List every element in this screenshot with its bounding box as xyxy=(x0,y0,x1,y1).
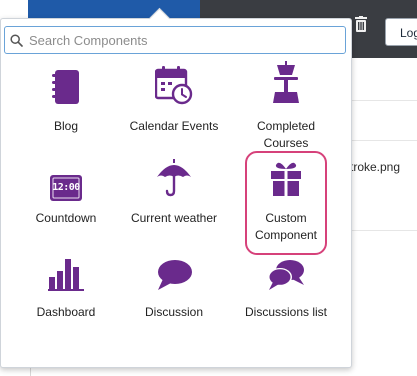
calendar-clock-icon xyxy=(154,65,193,110)
component-completed-courses[interactable]: Completed Courses xyxy=(238,58,334,152)
logout-button[interactable]: Log xyxy=(385,18,417,46)
component-label: Calendar Events xyxy=(129,119,219,133)
trash-icon[interactable] xyxy=(354,16,368,34)
notebook-icon xyxy=(51,69,81,110)
component-label: Blog xyxy=(53,119,79,133)
divider xyxy=(352,230,417,231)
component-label: Dashboard xyxy=(36,305,96,319)
component-discussions-list[interactable]: Discussions list xyxy=(238,244,334,321)
component-blog[interactable]: Blog xyxy=(18,58,114,135)
component-label: Completed Courses xyxy=(256,119,316,150)
component-countdown[interactable]: 12:00 Countdown xyxy=(18,150,114,227)
speech-bubbles-icon xyxy=(266,259,306,296)
component-discussion[interactable]: Discussion xyxy=(126,244,222,321)
bar-chart-icon xyxy=(48,257,84,296)
divider xyxy=(352,100,417,101)
digital-clock-icon: 12:00 xyxy=(49,174,83,202)
component-label: Discussion xyxy=(144,305,204,319)
search-field[interactable] xyxy=(4,26,346,54)
digital-clock-readout: 12:00 xyxy=(52,182,80,193)
component-dashboard[interactable]: Dashboard xyxy=(18,244,114,321)
component-label: Discussions list xyxy=(244,305,328,319)
search-input[interactable] xyxy=(27,28,345,52)
component-label: Current weather xyxy=(130,211,218,225)
speech-bubble-icon xyxy=(155,259,193,296)
search-icon xyxy=(5,27,27,53)
component-current-weather[interactable]: Current weather xyxy=(126,150,222,227)
file-name-label[interactable]: troke.png xyxy=(350,160,400,174)
podium-icon xyxy=(271,61,301,110)
selected-component-highlight xyxy=(245,151,327,255)
umbrella-icon xyxy=(156,159,192,202)
component-label: Countdown xyxy=(35,211,97,225)
component-calendar-events[interactable]: Calendar Events xyxy=(126,58,222,135)
divider xyxy=(352,140,417,141)
